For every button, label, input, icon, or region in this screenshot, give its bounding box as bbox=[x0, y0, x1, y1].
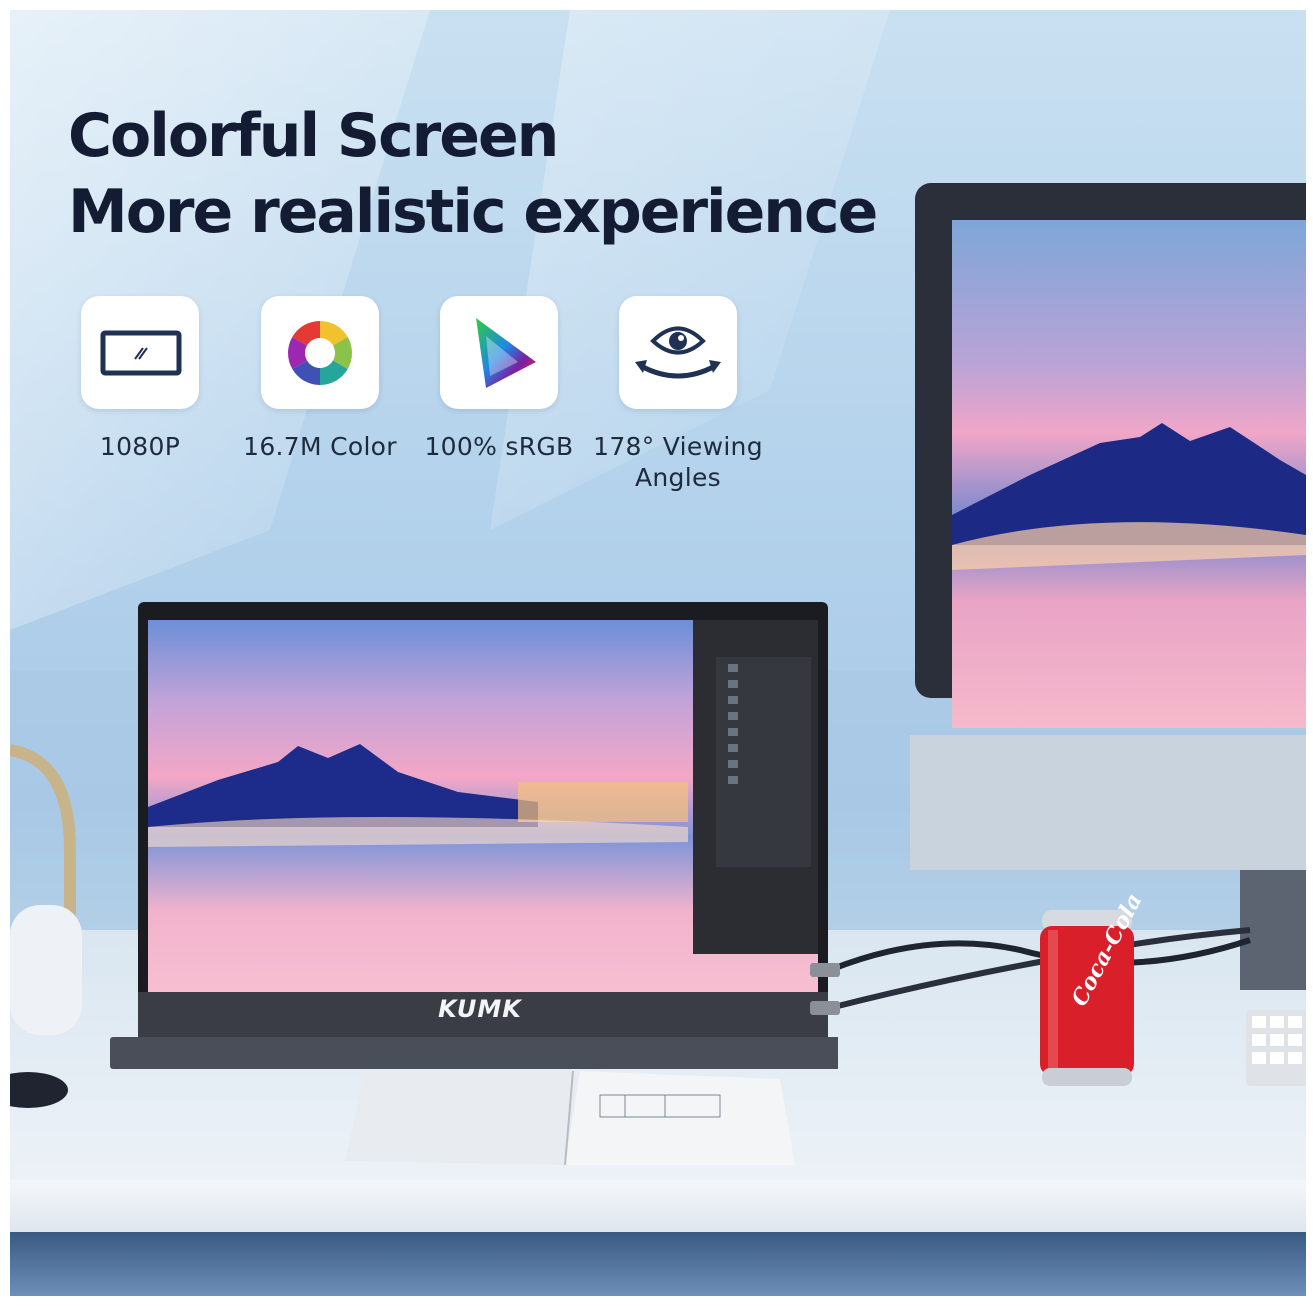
feature-label: 178° Viewing Angles bbox=[593, 432, 763, 492]
monitor-brand-logo: KUMK bbox=[438, 995, 522, 1023]
screen-resolution-icon bbox=[81, 296, 199, 409]
color-wheel-icon bbox=[261, 296, 379, 409]
desk-edge bbox=[10, 1180, 1306, 1232]
feature-1080p: 1080P bbox=[55, 296, 225, 462]
headphones bbox=[10, 744, 82, 1108]
feature-color: 16.7M Color bbox=[235, 296, 405, 462]
floor bbox=[10, 1232, 1306, 1296]
headline-line-1: Colorful Screen bbox=[68, 101, 559, 171]
notebook bbox=[345, 1070, 795, 1166]
keyboard bbox=[1246, 1010, 1306, 1086]
feature-srgb: 100% sRGB bbox=[414, 296, 584, 462]
srgb-gamut-icon bbox=[440, 296, 558, 409]
desktop-monitor bbox=[910, 183, 1306, 990]
feature-label: 100% sRGB bbox=[424, 432, 574, 461]
headline: Colorful Screen More realistic experienc… bbox=[68, 98, 878, 250]
product-scene: Colorful Screen More realistic experienc… bbox=[10, 10, 1306, 1296]
feature-label: 16.7M Color bbox=[243, 432, 397, 461]
feature-viewing-angles: 178° Viewing Angles bbox=[593, 296, 763, 493]
headline-line-2: More realistic experience bbox=[68, 177, 878, 247]
viewing-angle-eye-icon bbox=[619, 296, 737, 409]
feature-label: 1080P bbox=[99, 432, 181, 461]
